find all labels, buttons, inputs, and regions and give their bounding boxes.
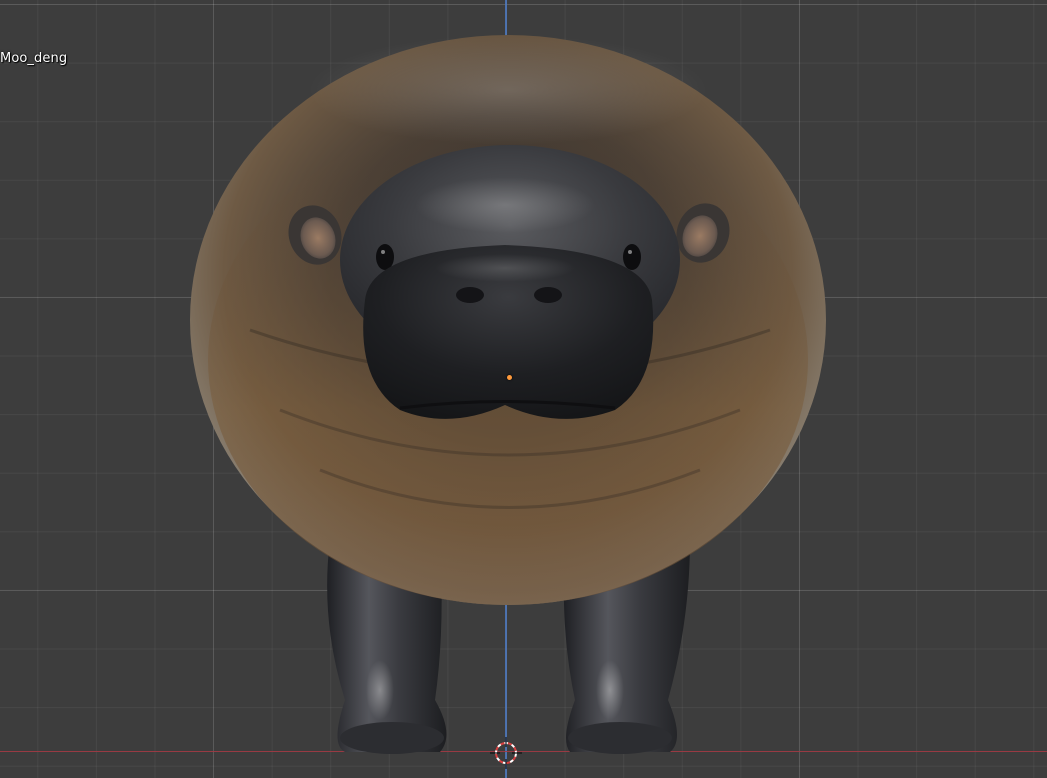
hippo-snout [363, 245, 654, 419]
3d-viewport[interactable]: Moo_deng [0, 0, 1047, 778]
3d-cursor-icon[interactable] [490, 737, 522, 769]
hippo-model[interactable] [0, 0, 1047, 778]
left-eye [376, 244, 394, 270]
right-nostril [534, 287, 562, 303]
active-object-label: Moo_deng [0, 51, 68, 66]
object-origin-icon [507, 375, 512, 380]
right-eye [623, 244, 641, 270]
left-nostril [456, 287, 484, 303]
